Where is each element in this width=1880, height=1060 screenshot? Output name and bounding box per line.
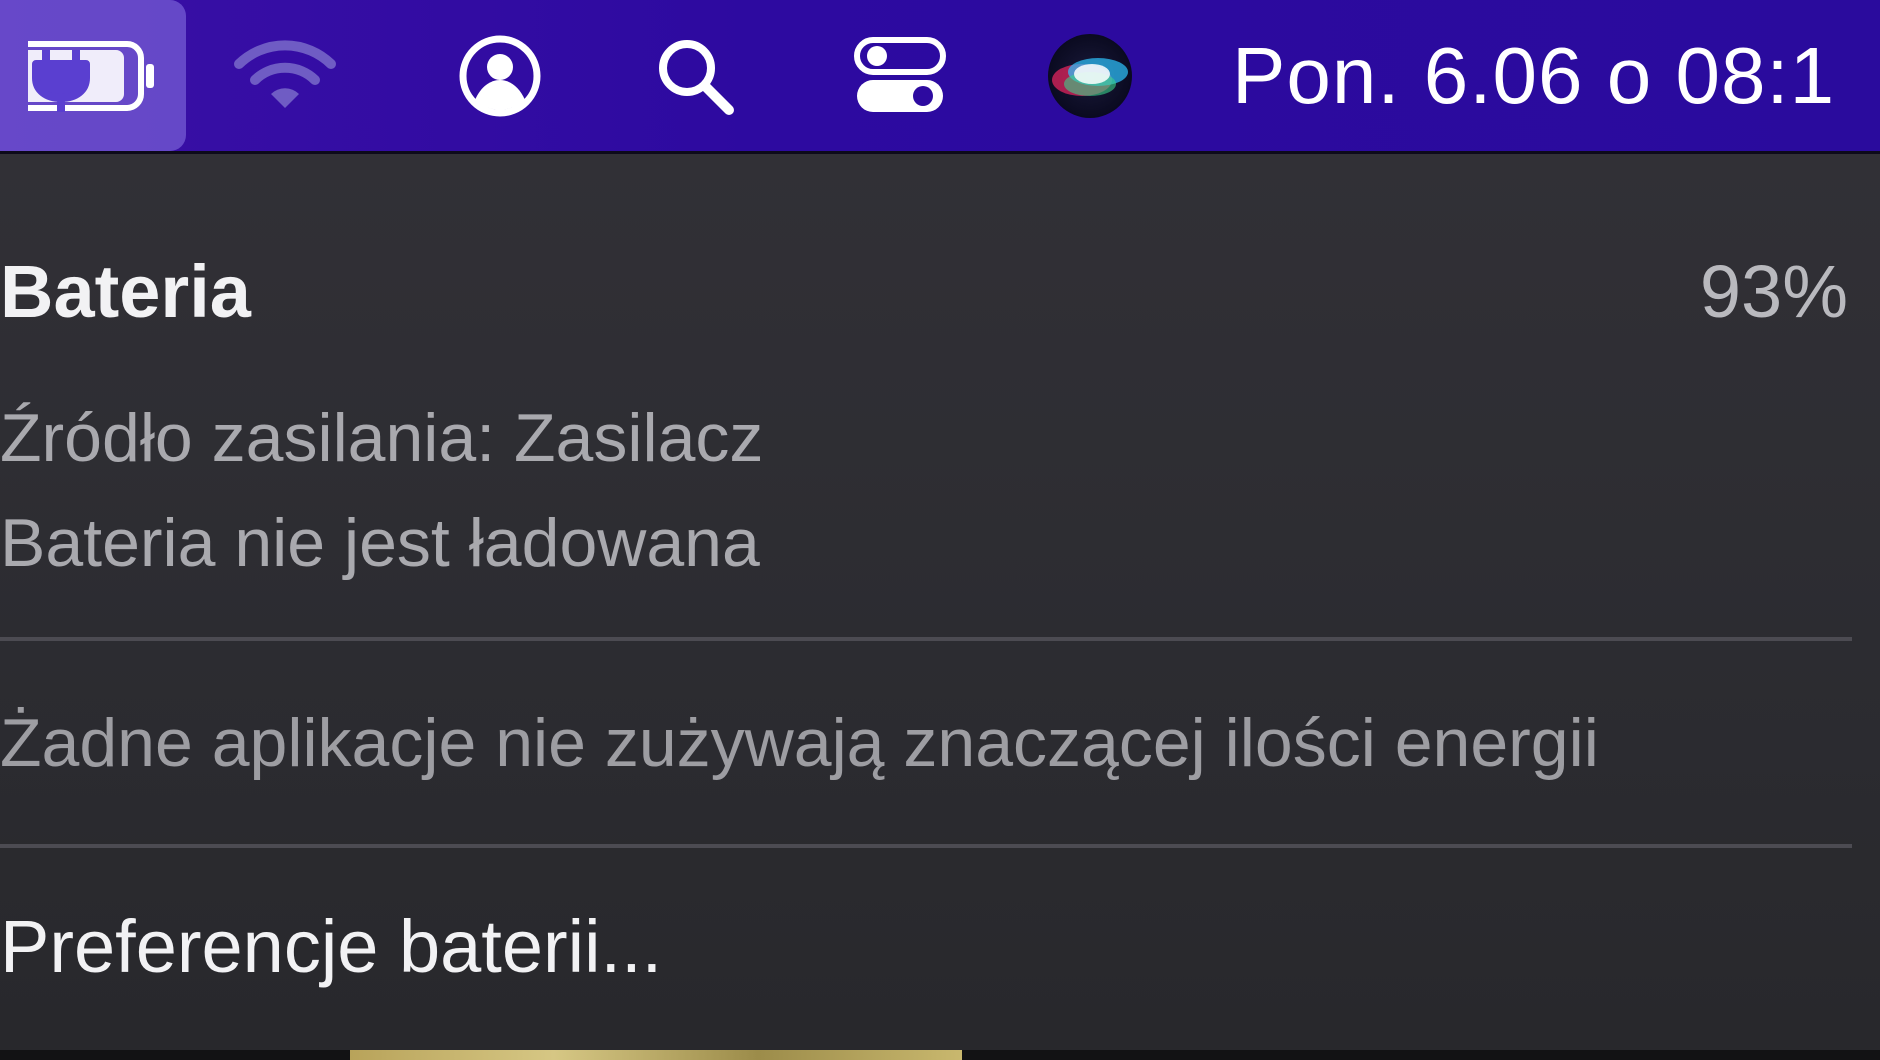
- clock-text: Pon. 6.06 o 08:1: [1232, 30, 1836, 120]
- control-center-icon: [854, 36, 946, 112]
- menubar-clock[interactable]: Pon. 6.06 o 08:1: [1232, 0, 1880, 151]
- menu-bar: Pon. 6.06 o 08:1: [0, 0, 1880, 154]
- wifi-icon: [234, 39, 336, 108]
- battery-percentage: 93%: [1699, 250, 1848, 333]
- menu-divider: [0, 844, 1852, 848]
- wifi-menu-extra[interactable]: [230, 0, 340, 151]
- battery-menu-title: Bateria: [0, 250, 251, 333]
- search-icon: [659, 39, 734, 115]
- user-account-icon: [459, 35, 541, 116]
- siri-icon: [1048, 33, 1132, 118]
- charging-status-label: Bateria nie jest ładowana: [0, 505, 760, 581]
- user-menu-extra[interactable]: [450, 0, 550, 151]
- power-source-label: Źródło zasilania: Zasilacz: [0, 400, 764, 476]
- control-center-menu-extra[interactable]: [845, 0, 955, 151]
- spotlight-menu-extra[interactable]: [645, 0, 745, 151]
- battery-menu-extra[interactable]: [0, 0, 186, 151]
- siri-menu-extra[interactable]: [1040, 0, 1140, 151]
- background-window-thumbnail: [350, 1050, 962, 1060]
- energy-usage-note: Żadne aplikacje nie zużywają znaczącej i…: [0, 705, 1599, 781]
- battery-preferences-item[interactable]: Preferencje baterii...: [0, 904, 662, 989]
- battery-menu: Bateria 93% Źródło zasilania: Zasilacz B…: [0, 154, 1880, 1050]
- battery-charging-icon: [28, 40, 154, 112]
- menu-divider: [0, 637, 1852, 641]
